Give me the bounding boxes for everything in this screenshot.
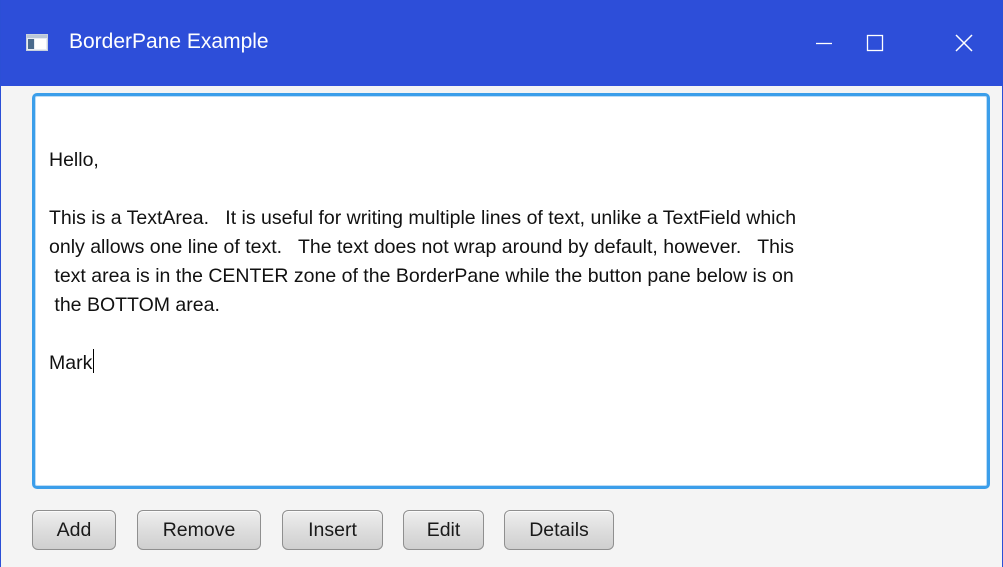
text-line: only allows one line of text. The text d… (49, 236, 795, 258)
details-button[interactable]: Details (504, 510, 614, 550)
application-window: BorderPane Example Hello, This is a Text… (0, 0, 1003, 567)
close-button[interactable] (929, 0, 999, 86)
text-line: Mark (49, 349, 975, 378)
text-line: the BOTTOM area. (49, 294, 220, 316)
text-line: Hello, (49, 149, 99, 171)
maximize-button[interactable] (840, 0, 910, 86)
maximize-icon (865, 33, 885, 53)
text-line: This is a TextArea. It is useful for wri… (49, 207, 797, 229)
button-bar: Add Remove Insert Edit Details (1, 510, 1002, 554)
remove-button[interactable]: Remove (137, 510, 261, 550)
application-window-icon[interactable] (26, 34, 48, 51)
add-button[interactable]: Add (32, 510, 116, 550)
text-area[interactable]: Hello, This is a TextArea. It is useful … (32, 93, 990, 489)
signature-text: Mark (49, 352, 93, 374)
title-bar[interactable]: BorderPane Example (1, 0, 1002, 86)
insert-button[interactable]: Insert (282, 510, 383, 550)
window-title: BorderPane Example (69, 30, 269, 53)
minimize-icon (814, 33, 834, 53)
text-line: text area is in the CENTER zone of the B… (49, 265, 794, 287)
text-caret (93, 349, 95, 373)
close-icon (954, 33, 974, 53)
edit-button[interactable]: Edit (403, 510, 484, 550)
border-pane: Hello, This is a TextArea. It is useful … (1, 86, 1002, 567)
